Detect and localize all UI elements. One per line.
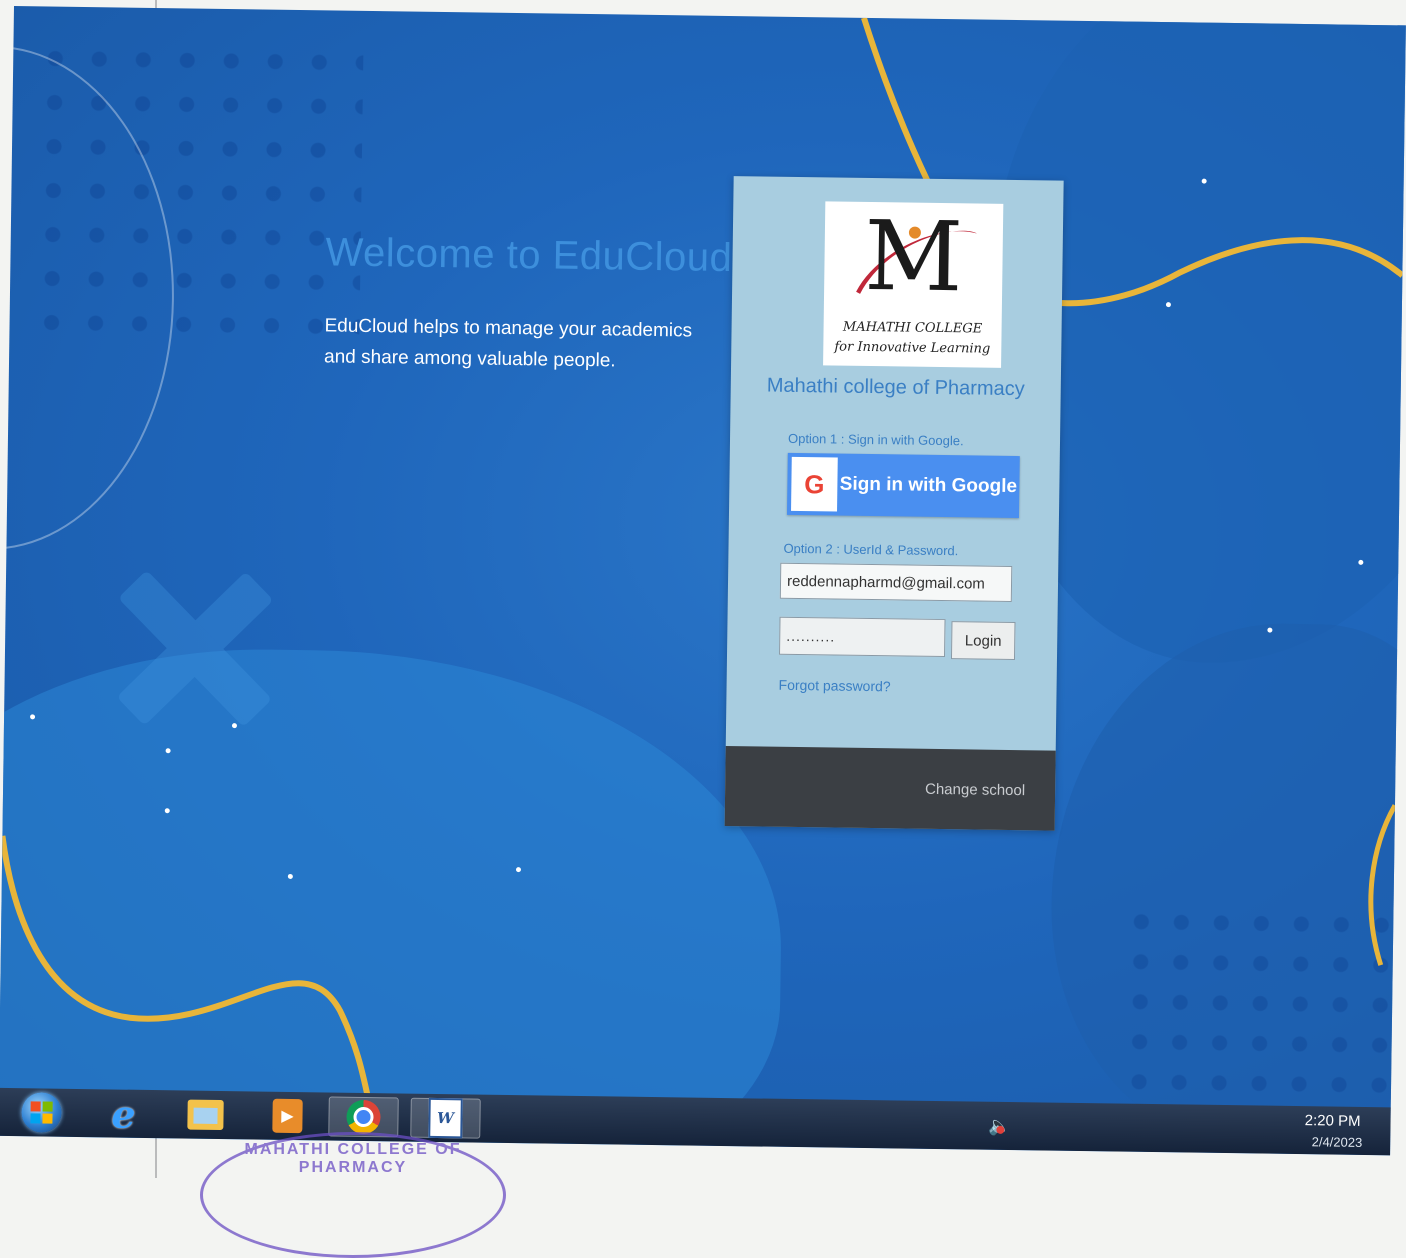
google-icon: G (791, 456, 838, 512)
google-signin-button[interactable]: G Sign in with Google (786, 452, 1020, 519)
background-star (30, 714, 36, 720)
welcome-title: Welcome to EduCloud (325, 230, 733, 281)
option2-label: Option 2 : UserId & Password. (783, 540, 959, 559)
folder-icon (187, 1099, 224, 1131)
background-star (164, 808, 170, 814)
chrome-icon (346, 1099, 381, 1135)
change-school-link[interactable]: Change school (925, 781, 1025, 799)
taskbar-media-player[interactable]: ▶ (252, 1095, 323, 1136)
card-footer: Change school (724, 746, 1056, 831)
login-card: M MAHATHI COLLEGE for Innovative Learnin… (724, 176, 1064, 831)
background-star (165, 748, 171, 754)
clock-date[interactable]: 2/4/2023 (1312, 1134, 1363, 1150)
clock-time[interactable]: 2:20 PM (1305, 1112, 1361, 1130)
internet-explorer-icon: e (111, 1090, 136, 1137)
option1-label: Option 1 : Sign in with Google. (787, 430, 964, 449)
taskbar-file-explorer[interactable] (170, 1094, 241, 1135)
background-star (1201, 178, 1207, 184)
forgot-password-link[interactable]: Forgot password? (778, 677, 890, 695)
mute-indicator-icon (996, 1125, 1005, 1134)
background-star (1267, 627, 1273, 633)
background-star (1358, 559, 1364, 565)
logo-text-line1: MAHATHI COLLEGE (842, 319, 983, 337)
logo-text-line2: for Innovative Learning (834, 339, 991, 357)
background-star (231, 723, 238, 729)
welcome-description: EduCloud helps to manage your academics … (323, 315, 693, 372)
background-star (1165, 302, 1171, 308)
background-curves (0, 16, 1405, 1102)
password-input[interactable]: .......... (779, 616, 946, 658)
media-player-icon: ▶ (272, 1098, 303, 1134)
windows-start-icon (21, 1092, 62, 1133)
userid-input[interactable]: reddennapharmd@gmail.com (779, 562, 1013, 602)
logo-letter: M (863, 199, 964, 314)
college-stamp: MAHATHI COLLEGE OF PHARMACY (200, 1132, 506, 1258)
taskbar-internet-explorer[interactable]: e (88, 1090, 159, 1137)
word-icon: W (428, 1097, 463, 1139)
screen: Welcome to EduCloud EduCloud helps to ma… (0, 6, 1406, 1156)
start-button[interactable] (6, 1092, 77, 1133)
taskbar-word[interactable]: W (410, 1097, 481, 1139)
college-logo: M MAHATHI COLLEGE for Innovative Learnin… (823, 199, 1004, 368)
background-star (515, 867, 522, 873)
college-name: Mahathi college of Pharmacy (766, 374, 1025, 401)
google-signin-label: Sign in with Google (839, 473, 1018, 498)
stamp-text: MAHATHI COLLEGE OF PHARMACY (244, 1141, 462, 1176)
login-button[interactable]: Login (950, 621, 1016, 661)
background-star (287, 873, 293, 879)
